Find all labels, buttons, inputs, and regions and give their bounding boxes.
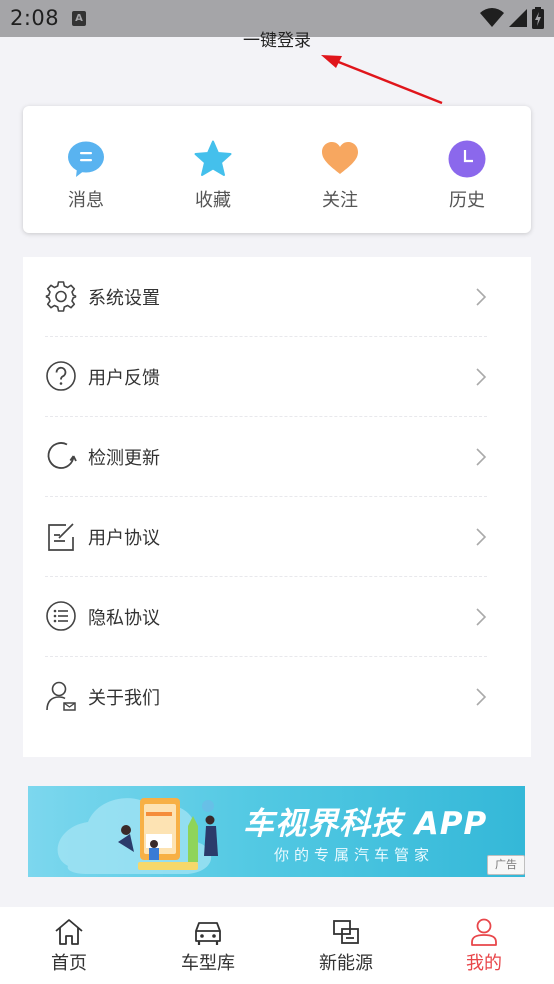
tab-new-energy[interactable]: 新能源 <box>291 907 401 984</box>
signal-icon <box>509 9 527 27</box>
menu-item-label: 关于我们 <box>88 688 160 709</box>
menu-item-label: 系统设置 <box>88 288 160 309</box>
one-click-login-link[interactable]: 一键登录 <box>0 26 554 51</box>
chevron-right-icon <box>476 368 487 386</box>
quick-action-follow[interactable]: 关注 <box>290 106 390 233</box>
menu-item-settings[interactable]: 系统设置 <box>23 257 531 337</box>
quick-action-label: 收藏 <box>195 190 231 211</box>
banner-subtitle: 你的专属汽车管家 <box>274 846 435 864</box>
user-contact-icon <box>46 681 76 711</box>
clock-icon <box>448 140 486 178</box>
tab-label: 我的 <box>466 953 502 974</box>
menu-item-privacy-agreement[interactable]: 隐私协议 <box>23 577 531 657</box>
menu-item-user-agreement[interactable]: 用户协议 <box>23 497 531 577</box>
question-icon <box>46 361 76 391</box>
quick-action-messages[interactable]: 消息 <box>36 106 136 233</box>
menu-item-label: 用户反馈 <box>88 368 160 389</box>
car-icon <box>195 922 221 945</box>
menu-item-label: 隐私协议 <box>88 608 160 629</box>
profile-icon <box>471 918 497 946</box>
edit-document-icon <box>48 523 74 551</box>
tab-label: 首页 <box>51 953 87 974</box>
notification-icon: A <box>72 11 86 26</box>
heart-icon <box>322 142 358 174</box>
message-icon <box>68 141 104 177</box>
new-energy-icon <box>333 920 359 944</box>
chevron-right-icon <box>476 528 487 546</box>
quick-action-label: 历史 <box>449 190 485 211</box>
tab-label: 新能源 <box>319 953 373 974</box>
menu-item-about-us[interactable]: 关于我们 <box>23 657 531 737</box>
settings-menu: 系统设置 用户反馈 检测更新 用户协议 隐私协议 关于我们 <box>23 257 531 757</box>
quick-action-history[interactable]: 历史 <box>417 106 517 233</box>
chevron-right-icon <box>476 288 487 306</box>
tab-label: 车型库 <box>181 953 235 974</box>
gear-icon <box>45 281 77 312</box>
tab-car-models[interactable]: 车型库 <box>153 907 263 984</box>
ad-tag: 广告 <box>487 855 525 875</box>
wifi-icon <box>480 8 504 27</box>
tab-mine[interactable]: 我的 <box>429 907 539 984</box>
ad-banner[interactable]: 车视界科技 APP 你的专属汽车管家 广告 <box>28 786 525 877</box>
chevron-right-icon <box>476 688 487 706</box>
quick-action-label: 消息 <box>68 190 104 211</box>
chevron-right-icon <box>476 608 487 626</box>
home-icon <box>55 919 83 945</box>
quick-action-label: 关注 <box>322 190 358 211</box>
tab-home[interactable]: 首页 <box>14 907 124 984</box>
menu-item-label: 检测更新 <box>88 448 160 469</box>
menu-item-feedback[interactable]: 用户反馈 <box>23 337 531 417</box>
menu-item-label: 用户协议 <box>88 528 160 549</box>
banner-illustration-icon <box>57 798 218 874</box>
refresh-icon <box>47 442 77 469</box>
banner-title: 车视界科技 APP <box>243 806 488 842</box>
bottom-tab-bar: 首页 车型库 新能源 我的 <box>0 907 554 984</box>
menu-item-check-update[interactable]: 检测更新 <box>23 417 531 497</box>
quick-action-favorites[interactable]: 收藏 <box>163 106 263 233</box>
star-icon <box>194 140 232 176</box>
list-icon <box>46 601 76 631</box>
quick-actions-card: 消息 收藏 关注 历史 <box>23 106 531 233</box>
chevron-right-icon <box>476 448 487 466</box>
